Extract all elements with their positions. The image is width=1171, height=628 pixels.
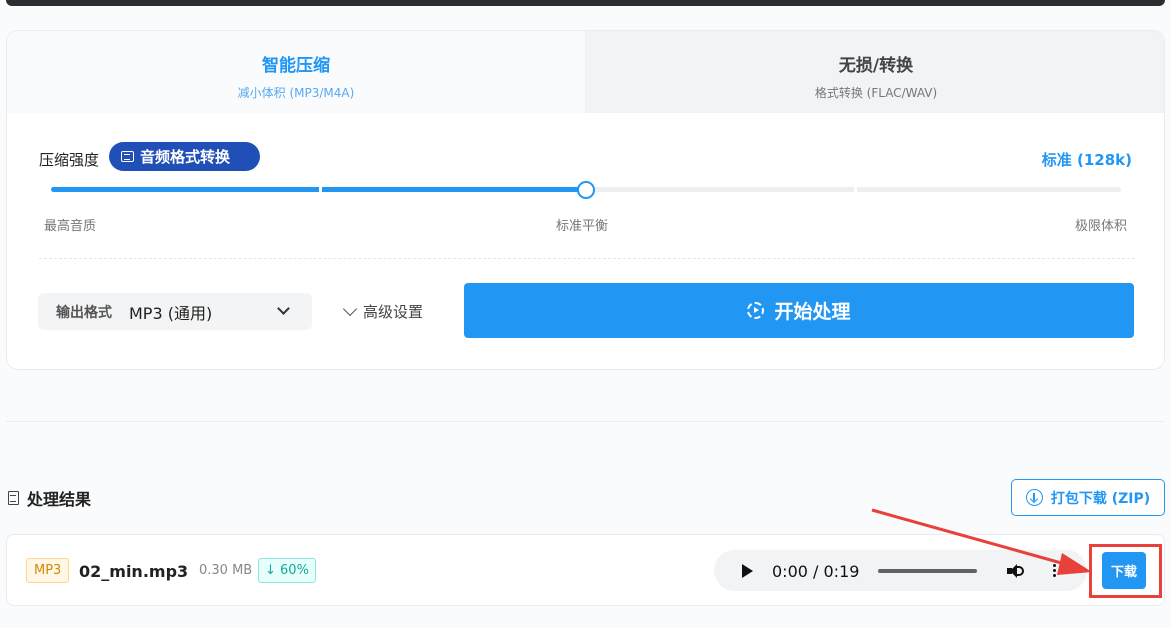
results-title-text: 处理结果 xyxy=(27,490,92,509)
tab-subtitle: 格式转换 (FLAC/WAV) xyxy=(814,86,938,100)
slider-tick xyxy=(853,187,857,192)
spinner-icon xyxy=(747,302,765,319)
more-icon[interactable] xyxy=(1053,564,1057,578)
file-name: 02_min.mp3 xyxy=(79,562,189,581)
advanced-settings-label: 高级设置 xyxy=(363,303,424,321)
output-format-value: MP3 (通用) xyxy=(129,303,213,323)
document-icon xyxy=(8,491,19,505)
tab-smart-compress[interactable]: 智能压缩 减小体积 (MP3/M4A) xyxy=(7,31,586,113)
output-format-select[interactable]: 输出格式 MP3 (通用) xyxy=(38,293,312,330)
file-size: 0.30 MB xyxy=(199,563,253,578)
top-bar xyxy=(6,0,1165,6)
compression-ratio-badge: ↓ 60% xyxy=(258,558,316,583)
tab-lossless-convert[interactable]: 无损/转换 格式转换 (FLAC/WAV) xyxy=(586,31,1164,113)
compression-slider[interactable] xyxy=(51,181,1121,199)
player-time: 0:00 / 0:19 xyxy=(772,562,860,581)
format-convert-pill[interactable]: 音频格式转换 xyxy=(109,142,260,171)
tab-subtitle: 减小体积 (MP3/M4A) xyxy=(237,86,355,100)
zip-button-label: 打包下载 (ZIP) xyxy=(1050,490,1151,507)
start-processing-button[interactable]: 开始处理 xyxy=(464,283,1134,338)
compression-value: 标准 (128k) xyxy=(1041,151,1132,169)
settings-card: 智能压缩 减小体积 (MP3/M4A) 无损/转换 格式转换 (FLAC/WAV… xyxy=(6,30,1165,370)
audio-player: 0:00 / 0:19 xyxy=(714,550,1087,591)
pill-label: 音频格式转换 xyxy=(140,148,231,166)
volume-icon[interactable] xyxy=(1007,563,1027,579)
compression-strength-label: 压缩强度 xyxy=(39,151,100,169)
slider-thumb[interactable] xyxy=(577,181,595,199)
result-row: MP3 02_min.mp3 0.30 MB ↓ 60% 0:00 / 0:19… xyxy=(6,534,1165,606)
play-icon[interactable] xyxy=(742,564,753,578)
chevron-down-icon xyxy=(277,302,290,315)
download-circle-icon xyxy=(1025,489,1043,506)
annotation-highlight-box xyxy=(1089,544,1162,598)
start-button-label: 开始处理 xyxy=(774,301,851,323)
section-divider xyxy=(6,421,1165,422)
results-title: 处理结果 xyxy=(8,486,91,510)
format-badge: MP3 xyxy=(26,558,70,583)
output-format-label: 输出格式 xyxy=(56,304,112,321)
advanced-settings-toggle[interactable]: 高级设置 xyxy=(342,301,424,322)
chevron-down-icon xyxy=(342,301,358,316)
scale-label-right: 极限体积 xyxy=(1074,219,1127,234)
tab-title: 智能压缩 xyxy=(262,56,330,76)
zip-download-button[interactable]: 打包下载 (ZIP) xyxy=(1011,479,1165,516)
divider xyxy=(39,258,1135,259)
scale-label-left: 最高音质 xyxy=(44,219,97,234)
scale-label-middle: 标准平衡 xyxy=(556,219,609,234)
tab-title: 无损/转换 xyxy=(838,56,914,76)
slider-tick xyxy=(318,187,322,192)
player-progress-bar[interactable] xyxy=(878,569,977,573)
format-convert-icon xyxy=(121,151,134,162)
